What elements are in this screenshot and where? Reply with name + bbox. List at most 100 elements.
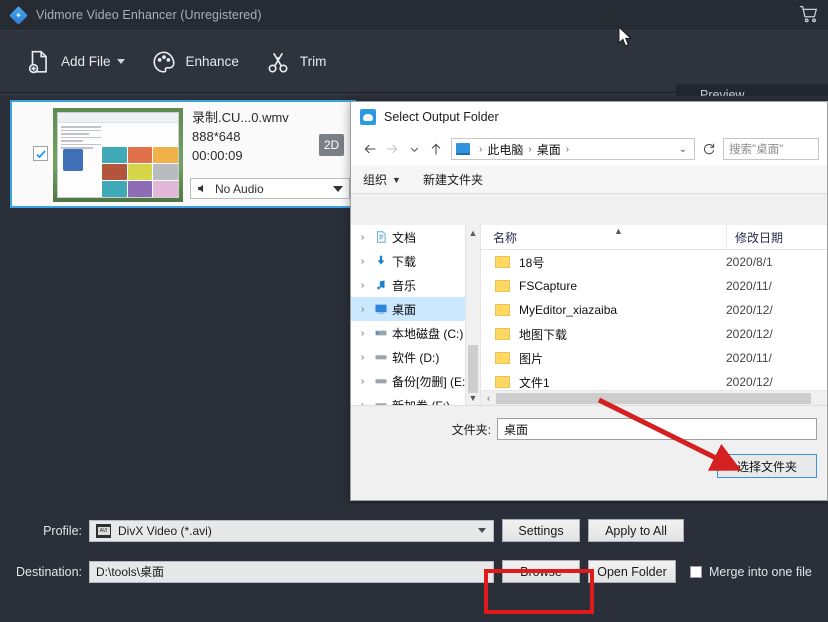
- file-row-date: 2020/12/: [726, 327, 773, 341]
- profile-label: Profile:: [43, 523, 82, 538]
- file-list-hscrollbar[interactable]: ‹: [481, 390, 827, 405]
- refresh-icon[interactable]: [700, 138, 718, 160]
- column-header-date[interactable]: 修改日期: [726, 225, 783, 249]
- chevron-right-icon[interactable]: ›: [361, 280, 374, 291]
- trim-label: Trim: [299, 54, 327, 69]
- dialog-body: › 文档 › 下载 › 音乐 › 桌面 › 本地磁盘 (C:) › 软件 (D:…: [351, 225, 827, 405]
- destination-value: D:\tools\桌面: [96, 565, 165, 579]
- scrollbar-thumb[interactable]: [468, 345, 478, 393]
- chevron-right-icon[interactable]: ›: [361, 304, 374, 315]
- folder-icon: [495, 280, 510, 292]
- file-list-header: ▲ 名称 修改日期: [481, 225, 827, 250]
- destination-row: Destination: D:\tools\桌面 Browse Open Fol…: [0, 560, 828, 583]
- column-header-name[interactable]: 名称: [481, 229, 726, 246]
- choose-folder-button[interactable]: 选择文件夹: [717, 454, 817, 478]
- merge-into-one-file-checkbox[interactable]: Merge into one file: [690, 565, 812, 579]
- breadcrumb-item-0[interactable]: 此电脑: [487, 141, 523, 158]
- tree-item-label: 备份[勿删] (E:): [392, 374, 470, 389]
- file-row-date: 2020/12/: [726, 375, 773, 389]
- drive-icon: [374, 374, 392, 388]
- chevron-right-icon[interactable]: ›: [361, 256, 374, 267]
- tree-item-music[interactable]: › 音乐: [351, 273, 480, 297]
- file-row-date: 2020/11/: [726, 279, 772, 293]
- add-file-button[interactable]: Add File: [26, 42, 125, 82]
- select-output-folder-dialog: Select Output Folder › 此电脑 › 桌面 › ⌄ 搜索"桌…: [350, 101, 828, 501]
- organize-label: 组织: [363, 173, 388, 187]
- app-title: Vidmore Video Enhancer (Unregistered): [36, 8, 262, 22]
- destination-input[interactable]: D:\tools\桌面: [89, 560, 494, 583]
- scroll-up-icon[interactable]: ▲: [466, 225, 480, 240]
- tree-scrollbar[interactable]: ▲ ▼: [465, 225, 480, 405]
- settings-button[interactable]: Settings: [502, 519, 580, 542]
- chevron-down-icon: ▼: [392, 174, 401, 185]
- dialog-title-bar: Select Output Folder: [351, 102, 827, 132]
- file-row-date: 2020/8/1: [726, 255, 773, 269]
- forward-button[interactable]: [381, 138, 403, 160]
- file-row[interactable]: 图片 2020/11/: [481, 346, 827, 370]
- tree-item-documents[interactable]: › 文档: [351, 225, 480, 249]
- back-button[interactable]: [359, 138, 381, 160]
- chevron-right-icon[interactable]: ›: [361, 328, 374, 339]
- profile-select[interactable]: AVI DivX Video (*.avi): [89, 519, 494, 542]
- system-drive-icon: [374, 326, 392, 340]
- folder-tree: › 文档 › 下载 › 音乐 › 桌面 › 本地磁盘 (C:) › 软件 (D:…: [351, 225, 481, 405]
- tree-item-local-disk-c[interactable]: › 本地磁盘 (C:): [351, 321, 480, 345]
- file-row[interactable]: FSCapture 2020/11/: [481, 274, 827, 298]
- downloads-icon: [374, 254, 392, 268]
- breadcrumb-dropdown-icon[interactable]: ⌄: [679, 144, 690, 155]
- chevron-right-icon[interactable]: ›: [361, 376, 374, 387]
- breadcrumb-item-1[interactable]: 桌面: [537, 141, 561, 158]
- folder-name-row: 文件夹: 桌面: [351, 418, 817, 440]
- breadcrumb[interactable]: › 此电脑 › 桌面 › ⌄: [451, 138, 695, 160]
- tree-item-drive-f[interactable]: › 新加卷 (F:): [351, 393, 480, 405]
- tree-item-downloads[interactable]: › 下载: [351, 249, 480, 273]
- chevron-down-icon: [478, 528, 486, 533]
- search-input[interactable]: 搜索"桌面": [723, 138, 819, 160]
- destination-label: Destination:: [15, 564, 82, 579]
- new-folder-label: 新建文件夹: [422, 173, 483, 187]
- scroll-left-icon[interactable]: ‹: [481, 393, 496, 403]
- folder-cloud-icon: [360, 109, 376, 125]
- chevron-right-icon[interactable]: ›: [361, 232, 374, 243]
- folder-field-label: 文件夹:: [451, 422, 491, 437]
- folder-icon: [495, 256, 510, 268]
- chevron-right-icon[interactable]: ›: [361, 352, 374, 363]
- scroll-down-icon[interactable]: ▼: [466, 390, 480, 405]
- up-button[interactable]: [425, 138, 447, 160]
- tree-item-label: 新加卷 (F:): [392, 397, 450, 406]
- tree-item-drive-d[interactable]: › 软件 (D:): [351, 345, 480, 369]
- scrollbar-thumb[interactable]: [496, 392, 811, 404]
- file-row[interactable]: 地图下载 2020/12/: [481, 322, 827, 346]
- file-row-name: 18号: [519, 255, 545, 270]
- open-folder-button[interactable]: Open Folder: [588, 560, 676, 583]
- tree-item-desktop[interactable]: › 桌面: [351, 297, 480, 321]
- file-row[interactable]: MyEditor_xiazaiba 2020/12/: [481, 298, 827, 322]
- browse-button[interactable]: Browse: [502, 560, 580, 583]
- file-row-name: 图片: [519, 351, 544, 366]
- drive-icon: [374, 350, 392, 364]
- trim-button[interactable]: Trim: [265, 42, 327, 82]
- merge-label: Merge into one file: [709, 564, 812, 579]
- enhance-button[interactable]: Enhance: [151, 42, 239, 82]
- shopping-cart-icon[interactable]: [798, 3, 820, 25]
- file-select-checkbox[interactable]: [33, 146, 48, 161]
- new-folder-button[interactable]: 新建文件夹: [423, 171, 483, 188]
- tree-item-drive-e[interactable]: › 备份[勿删] (E:): [351, 369, 480, 393]
- tree-item-label: 桌面: [392, 302, 417, 317]
- checkbox-box[interactable]: [690, 565, 702, 578]
- file-list-item[interactable]: 录制.CU...0.wmv 888*648 00:00:09 2D No Aud…: [10, 100, 377, 208]
- profile-row: Profile: AVI DivX Video (*.avi) Settings…: [0, 519, 828, 542]
- drive-icon: [374, 398, 392, 405]
- apply-to-all-button[interactable]: Apply to All: [588, 519, 684, 542]
- sort-ascending-icon: ▲: [614, 226, 623, 236]
- recent-locations-button[interactable]: [403, 138, 425, 160]
- file-row-date: 2020/11/: [726, 351, 772, 365]
- file-row-date: 2020/12/: [726, 303, 773, 317]
- app-logo-icon: ✦: [9, 5, 28, 25]
- file-row[interactable]: 18号 2020/8/1: [481, 250, 827, 274]
- folder-name-input[interactable]: 桌面: [497, 418, 817, 440]
- scissors-icon: [265, 49, 291, 75]
- audio-track-select[interactable]: No Audio: [190, 178, 350, 199]
- file-row-name: 文件1: [519, 375, 550, 390]
- organize-menu[interactable]: 组织 ▼: [363, 171, 401, 188]
